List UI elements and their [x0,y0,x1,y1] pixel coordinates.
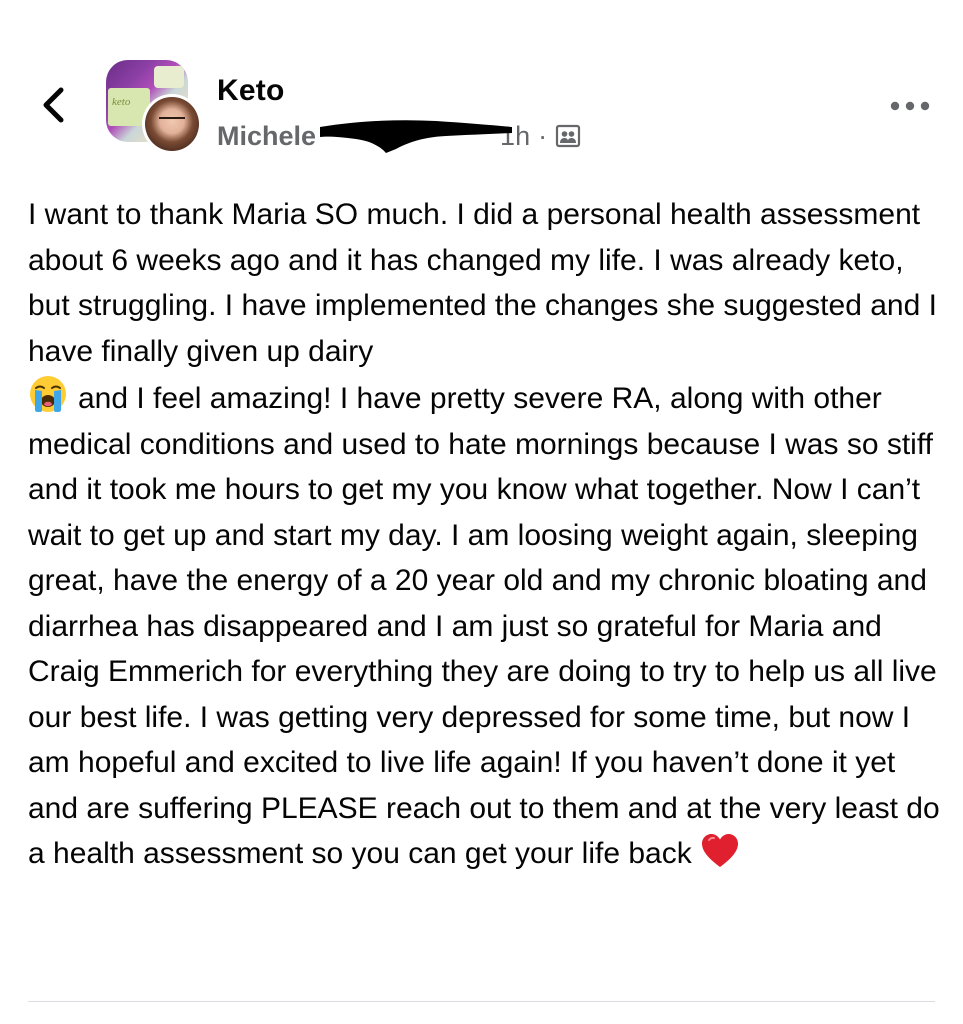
group-thumbnail-label: keto [112,96,131,108]
author-photo-glasses [159,117,185,125]
author-photo [145,97,199,151]
post-divider [28,1001,935,1002]
meta-separator: · [538,120,548,151]
post-text-part1: I want to thank Maria SO much. I did a p… [28,198,937,368]
post-text-content: I want to thank Maria SO much. I did a p… [28,192,946,877]
post-text: I want to thank Maria SO much. I did a p… [28,192,946,877]
back-button[interactable] [34,82,74,128]
post-meta: Michele 1h · [217,118,581,154]
group-members-icon [555,124,581,148]
chevron-left-icon [43,87,64,123]
group-name[interactable]: Keto [217,74,284,108]
author-name[interactable]: Michele [217,121,316,152]
loudly-crying-face-emoji [30,376,66,412]
group-thumbnail-decoration [154,66,184,88]
redaction-mark [320,120,513,153]
post-text-part2: and I feel amazing! I have pretty severe… [28,382,940,870]
more-options-icon [890,101,930,111]
more-options-button[interactable] [888,96,932,116]
red-heart-emoji [701,834,738,867]
author-avatar[interactable] [142,94,202,154]
audience-button[interactable] [555,123,581,149]
post-avatar-group[interactable]: keto [106,60,202,156]
